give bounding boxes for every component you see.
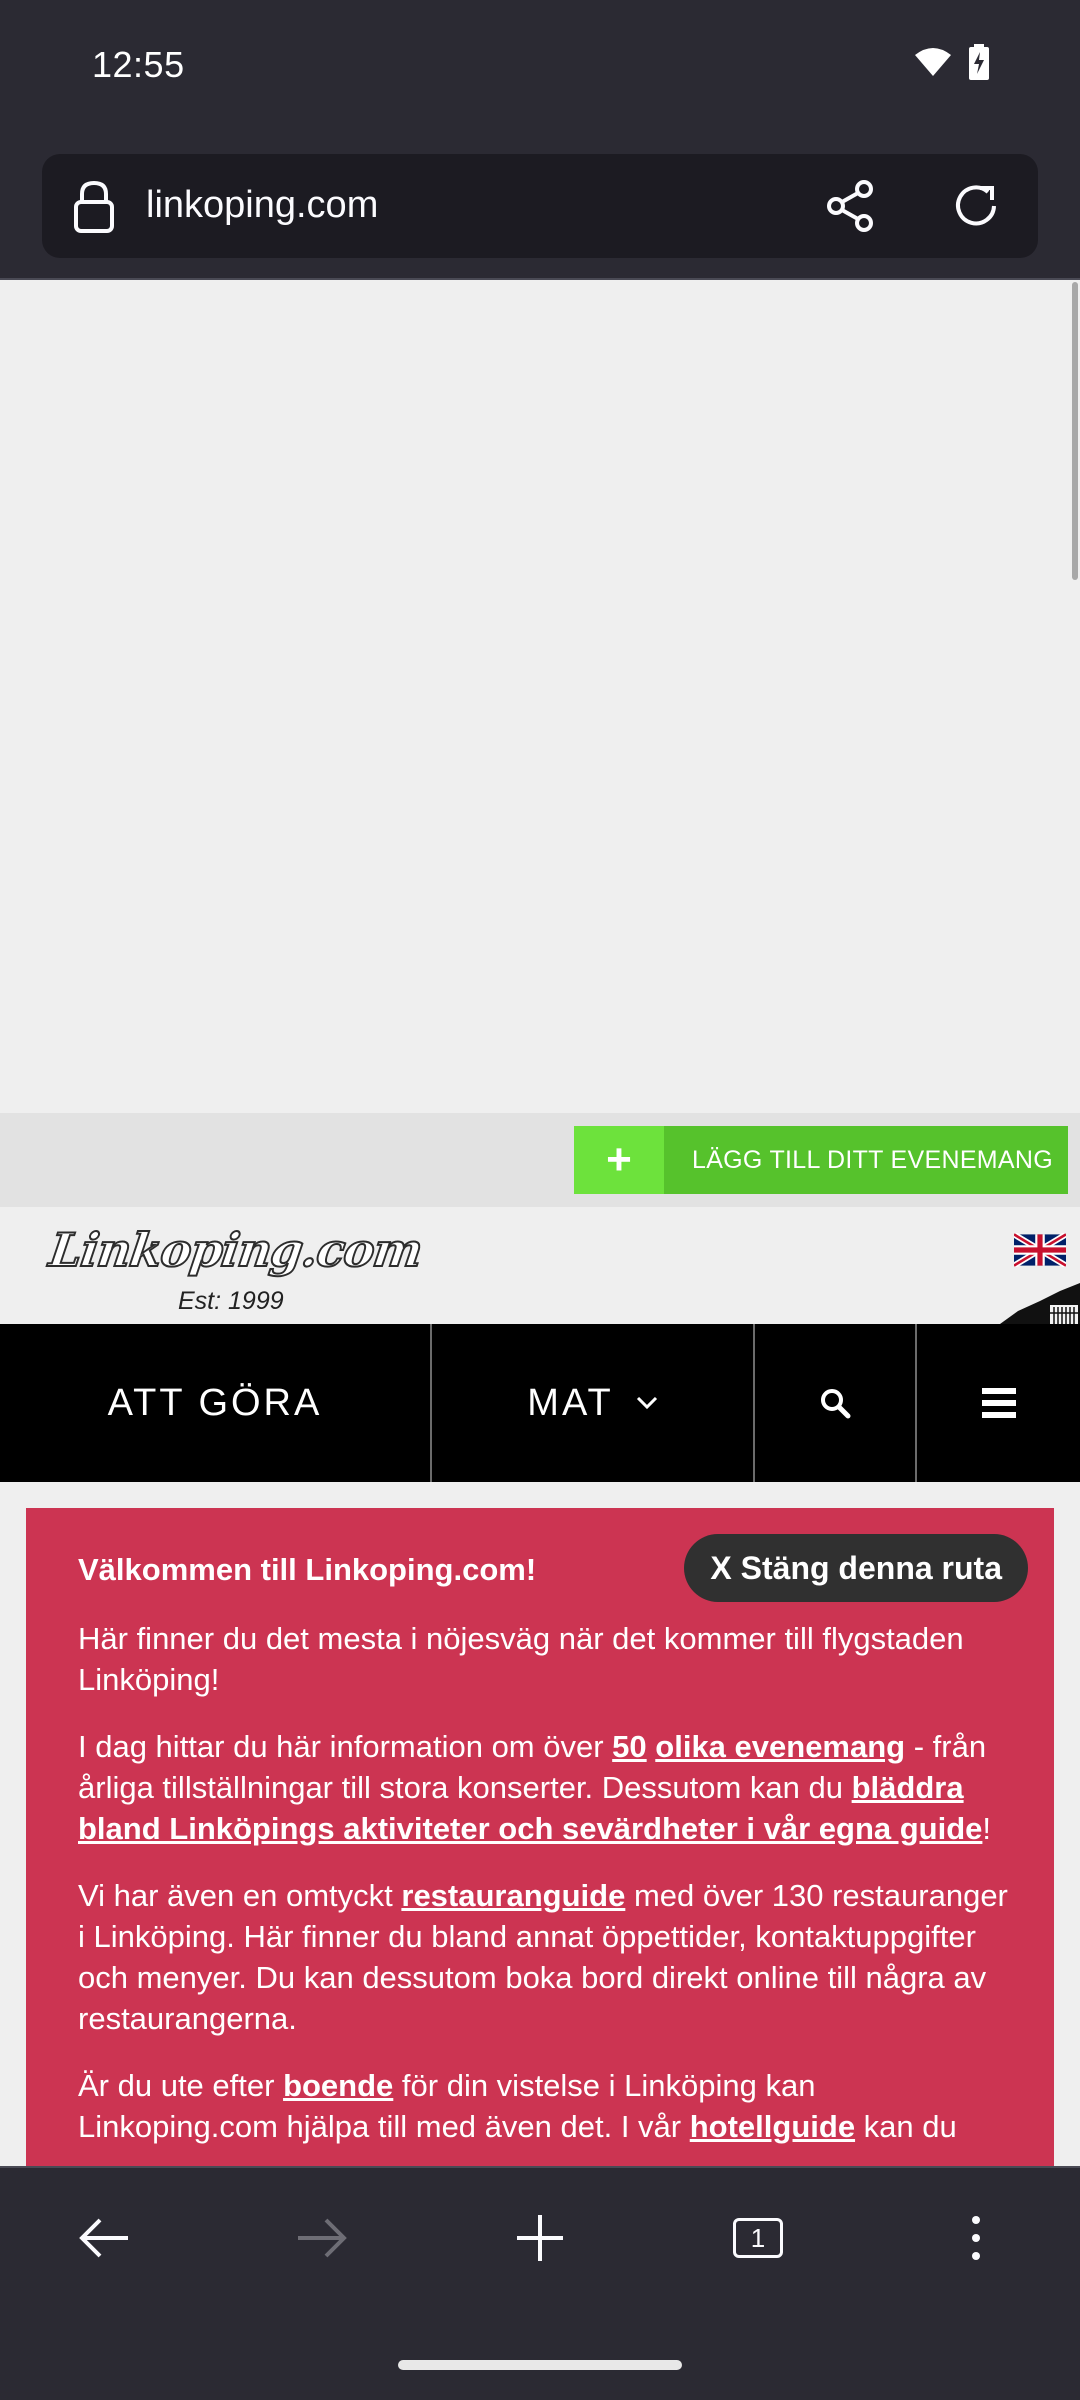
events-count-link[interactable]: 50 [612,1729,646,1764]
tabs-icon: 1 [733,2218,783,2258]
reload-icon[interactable] [948,178,1004,239]
status-bar: 12:55 [0,0,1080,134]
welcome-box: Välkommen till Linkoping.com! X Stäng de… [26,1508,1054,2166]
logo-text: Linkoping.com [45,1222,426,1278]
status-icons [914,44,990,85]
share-icon[interactable] [822,178,878,239]
more-menu-button[interactable] [946,2208,1006,2268]
events-link[interactable]: olika evenemang [655,1729,905,1764]
text-span: Vi har även en omtyckt [78,1878,402,1913]
gesture-area [0,2308,1080,2400]
tabs-button[interactable]: 1 [728,2208,788,2268]
nav-label-mat: MAT [527,1381,614,1424]
uk-flag-icon[interactable] [1014,1233,1066,1267]
hotel-guide-link[interactable]: hotellguide [690,2109,855,2144]
text-span: I dag hittar du här information om över [78,1729,613,1764]
new-tab-icon [517,2215,563,2261]
site-logo[interactable]: Linkoping.com Est: 1999 [45,1217,426,1317]
url-text[interactable]: linkoping.com [146,184,378,227]
welcome-body: Här finner du det mesta i nöjesväg när d… [78,1618,1008,2166]
welcome-paragraph: Vi har även en omtyckt restauranguide me… [78,1875,1008,2039]
event-strip: + LÄGG TILL DITT EVENEMANG [0,1113,1080,1207]
home-gesture-bar[interactable] [398,2360,682,2370]
nav-item-att-gora[interactable]: ATT GÖRA [0,1324,432,1482]
add-event-label: LÄGG TILL DITT EVENEMANG [692,1145,1053,1174]
status-time: 12:55 [92,44,185,85]
accommodation-link[interactable]: boende [283,2068,393,2103]
new-tab-button[interactable] [510,2208,570,2268]
forward-button[interactable] [292,2208,352,2268]
url-bar[interactable]: linkoping.com [42,154,1038,258]
welcome-paragraph: Här finner du det mesta i nöjesväg när d… [78,1621,964,1697]
nav-item-mat[interactable]: MAT [432,1324,755,1482]
welcome-paragraph: I dag hittar du här information om över … [78,1726,1008,1849]
text-span: kan du [855,2109,957,2144]
restaurant-guide-link[interactable]: restauranguide [401,1878,625,1913]
chevron-down-icon [636,1396,657,1410]
plus-icon: + [574,1126,664,1194]
nav-search-button[interactable] [755,1324,917,1482]
logo-tagline: Est: 1999 [178,1287,284,1315]
nav-menu-button[interactable] [917,1324,1080,1482]
ad-placeholder [0,280,1080,1113]
browser-bottom-toolbar: 1 [0,2166,1080,2308]
battery-charging-icon [968,44,990,85]
browser-toolbar: linkoping.com [0,134,1080,278]
site-header: Linkoping.com Est: 1999 [0,1207,1080,1324]
wifi-icon [914,46,952,83]
close-welcome-button[interactable]: X Stäng denna ruta [684,1534,1028,1602]
back-button[interactable] [74,2208,134,2268]
web-content[interactable]: + LÄGG TILL DITT EVENEMANG Linkoping.com… [0,280,1080,2166]
text-span: ! [982,1811,992,1846]
search-icon [821,1389,851,1419]
back-arrow-icon [79,2218,128,2258]
skyline-icon [1000,1283,1080,1324]
hamburger-menu-icon [981,1388,1016,1418]
page-scrollbar[interactable] [1072,282,1078,580]
text-span: Är du ute efter [78,2068,284,2103]
main-nav: ATT GÖRA MAT [0,1324,1080,1482]
welcome-paragraph: Är du ute efter boende för din vistelse … [78,2065,1008,2147]
lock-icon[interactable] [72,180,116,239]
forward-arrow-icon [298,2218,347,2258]
more-menu-icon [972,2216,980,2260]
nav-label-att-gora: ATT GÖRA [107,1381,323,1424]
welcome-title: Välkommen till Linkoping.com! [78,1552,537,1587]
add-event-button[interactable]: + LÄGG TILL DITT EVENEMANG [574,1126,1068,1194]
